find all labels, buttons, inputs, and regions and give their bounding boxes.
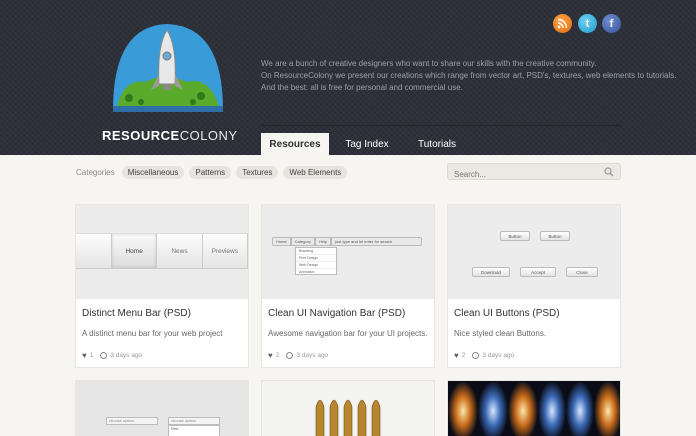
- card-description: Awesome navigation bar for your UI proje…: [268, 329, 428, 338]
- preview-item: Button: [500, 231, 530, 241]
- tab-tutorials[interactable]: Tutorials: [405, 133, 469, 155]
- search-box: [447, 163, 621, 182]
- card-thumbnail[interactable]: Button Button Download Accept Close: [448, 205, 620, 299]
- resource-card-thumbnail[interactable]: [261, 380, 435, 436]
- like-count: 1: [89, 352, 94, 359]
- search-input[interactable]: [448, 167, 598, 182]
- card-description: Nice styled clean Buttons.: [454, 329, 547, 338]
- preview-item: Close: [566, 267, 598, 277]
- card-thumbnail[interactable]: Home News Previews: [76, 205, 248, 299]
- card-time: 3 days ago: [110, 352, 143, 359]
- intro-text: We are a bunch of creative designers who…: [261, 58, 677, 94]
- header-divider: [261, 125, 621, 126]
- preview-item: Previews: [203, 234, 248, 268]
- clock-icon: [286, 352, 294, 359]
- rss-icon[interactable]: [553, 14, 572, 33]
- card-time: 3 days ago: [296, 352, 329, 359]
- intro-line: And the best: all is free for personal a…: [261, 83, 463, 92]
- preview-item: Home: [273, 238, 290, 245]
- resource-card[interactable]: Button Button Download Accept Close Clea…: [447, 204, 621, 368]
- resource-card-thumbnail[interactable]: choose option choose option Red: [75, 380, 249, 436]
- tab-resources[interactable]: Resources: [261, 133, 329, 155]
- chip-miscellaneous[interactable]: Miscellaneous: [121, 166, 185, 179]
- card-title[interactable]: Distinct Menu Bar (PSD): [82, 308, 191, 319]
- clock-icon: [472, 352, 480, 359]
- card-time: 3 days ago: [482, 352, 515, 359]
- twitter-icon[interactable]: t: [578, 14, 597, 33]
- preview-item: Animation: [296, 269, 336, 276]
- like-count: 2: [461, 352, 466, 359]
- clock-icon: [100, 352, 108, 359]
- tab-tag-index[interactable]: Tag Index: [329, 133, 405, 155]
- card-meta: ♥ 1 3 days ago: [82, 351, 142, 360]
- select-preview: choose option: [106, 417, 158, 425]
- preview-item: Print Design: [296, 255, 336, 262]
- resource-card[interactable]: Home News Previews Distinct Menu Bar (PS…: [75, 204, 249, 368]
- preview-item: Web Design: [296, 262, 336, 269]
- preview-item: just type and hit enter for search: [332, 238, 421, 245]
- card-meta: ♥ 2 3 days ago: [454, 351, 514, 360]
- preview-item: Category: [291, 238, 314, 245]
- preview-item: Home: [112, 234, 158, 268]
- preview-item: Accept: [520, 267, 556, 277]
- preview-item: Help: [315, 238, 331, 245]
- search-icon[interactable]: [604, 167, 614, 177]
- card-thumbnail[interactable]: Home Category Help just type and hit ent…: [262, 205, 434, 299]
- bullets-image: [315, 399, 381, 436]
- preview-item: Branding: [296, 248, 336, 255]
- heart-icon[interactable]: ♥: [268, 351, 273, 360]
- select-preview: choose option: [168, 417, 220, 425]
- preview-item: Button: [540, 231, 570, 241]
- facebook-icon[interactable]: f: [602, 14, 621, 33]
- resource-card-thumbnail[interactable]: [447, 380, 621, 436]
- card-meta: ♥ 2 3 days ago: [268, 351, 328, 360]
- categories-label: Categories: [76, 168, 115, 177]
- preview-item: Download: [472, 267, 510, 277]
- menu-bar-preview: Home News Previews: [76, 233, 248, 269]
- nav-bar-preview: Home Category Help just type and hit ent…: [272, 237, 422, 246]
- chip-web-elements[interactable]: Web Elements: [283, 166, 348, 179]
- preview-item: News: [157, 234, 203, 268]
- card-title[interactable]: Clean UI Buttons (PSD): [454, 308, 560, 319]
- chip-textures[interactable]: Textures: [236, 166, 279, 179]
- main-tabs: Resources Tag Index Tutorials: [261, 133, 469, 155]
- intro-line: We are a bunch of creative designers who…: [261, 59, 597, 68]
- category-filter: Categories Miscellaneous Patterns Textur…: [76, 166, 348, 179]
- dropdown-option: Red: [168, 425, 220, 436]
- chip-patterns[interactable]: Patterns: [189, 166, 232, 179]
- site-header: RESOURCECOLONY We are a bunch of creativ…: [0, 0, 696, 155]
- card-title[interactable]: Clean UI Navigation Bar (PSD): [268, 308, 405, 319]
- planets-image: [448, 381, 620, 436]
- dropdown-preview: Branding Print Design Web Design Animati…: [295, 247, 337, 276]
- heart-icon[interactable]: ♥: [82, 351, 87, 360]
- like-count: 2: [275, 352, 280, 359]
- resource-card[interactable]: Home Category Help just type and hit ent…: [261, 204, 435, 368]
- brand-name: RESOURCECOLONY: [102, 128, 238, 143]
- intro-line: On ResourceColony we present our creatio…: [261, 71, 677, 80]
- card-description: A distinct menu bar for your web project: [82, 329, 223, 338]
- heart-icon[interactable]: ♥: [454, 351, 459, 360]
